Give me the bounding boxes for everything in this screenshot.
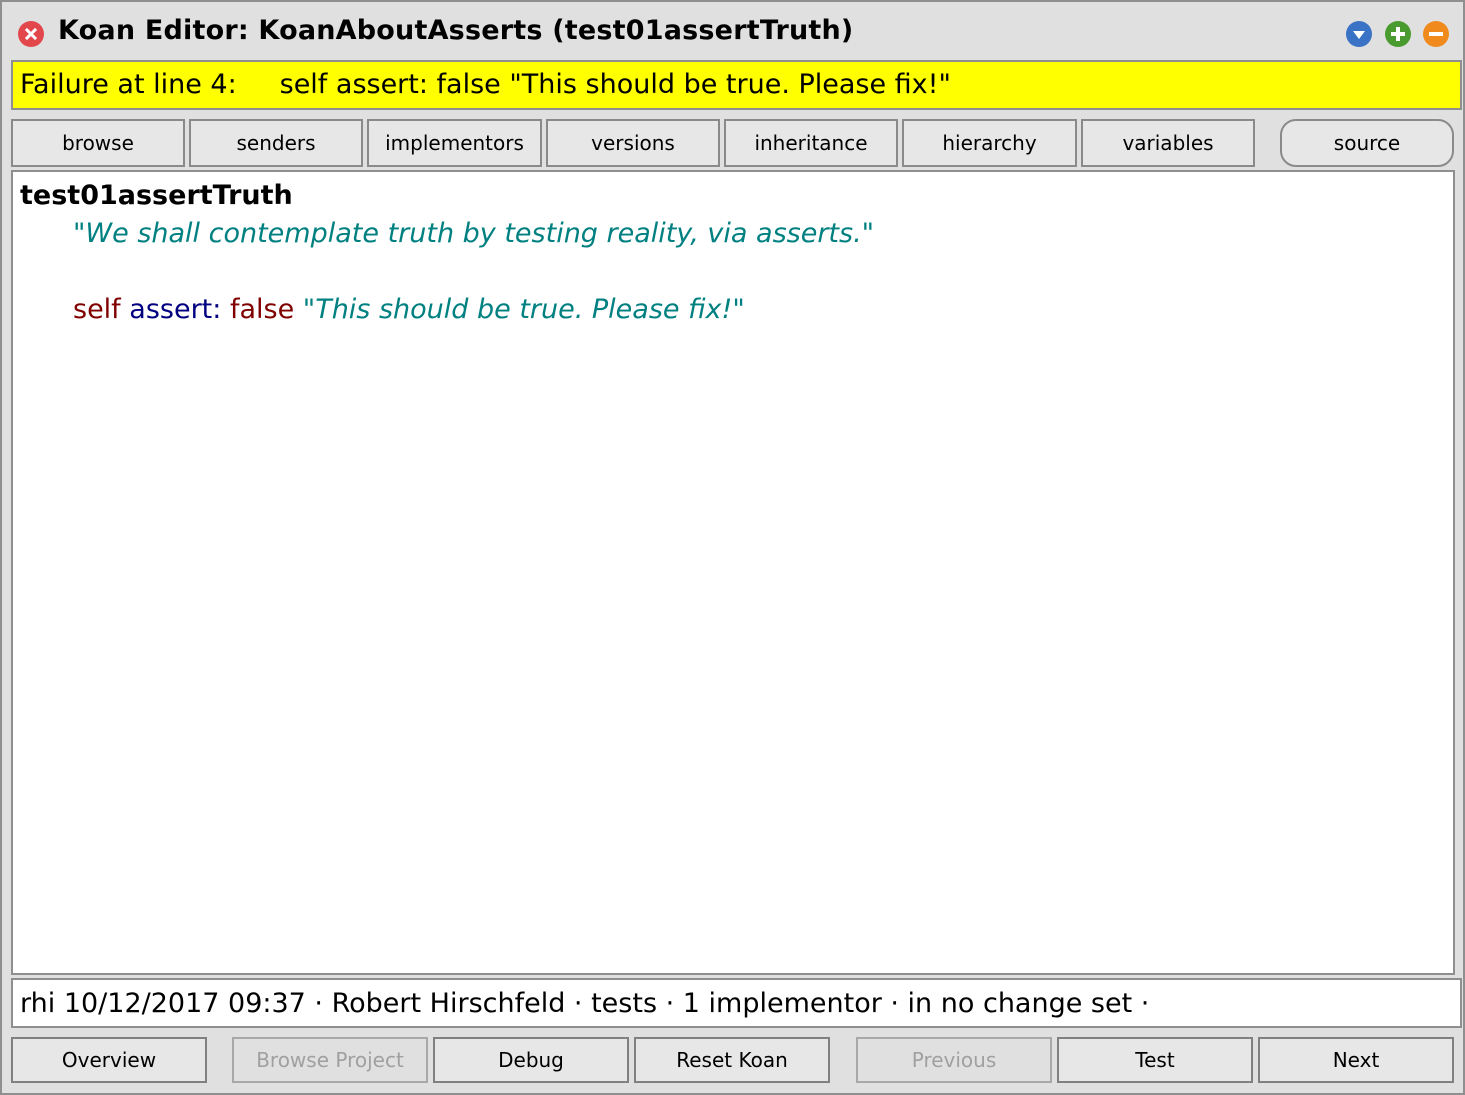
string-open-quote: ": [302, 294, 316, 325]
code-editor[interactable]: test01assertTruth "We shall contemplate …: [11, 170, 1455, 975]
close-icon: [24, 27, 38, 41]
next-button[interactable]: Next: [1258, 1037, 1454, 1083]
token-receiver: self: [73, 294, 121, 325]
assert-statement: self assert: false "This should be true.…: [73, 294, 745, 325]
browse-project-button[interactable]: Browse Project: [232, 1037, 428, 1083]
comment-close-quote: ": [861, 218, 875, 249]
browser-toolbar: browse senders implementors versions inh…: [11, 119, 1455, 167]
plus-icon: [1391, 27, 1405, 41]
inheritance-button[interactable]: inheritance: [724, 119, 898, 167]
previous-button[interactable]: Previous: [856, 1037, 1052, 1083]
chevron-down-icon: [1353, 31, 1365, 39]
collapse-button[interactable]: [1423, 21, 1449, 47]
token-literal: false: [229, 294, 295, 325]
hierarchy-button[interactable]: hierarchy: [902, 119, 1077, 167]
source-button[interactable]: source: [1280, 119, 1454, 167]
token-string: "This should be true. Please fix!": [303, 294, 745, 325]
string-close-quote: ": [732, 294, 745, 325]
window-title: Koan Editor: KoanAboutAsserts (test01ass…: [58, 15, 854, 46]
browse-button[interactable]: browse: [11, 119, 185, 167]
debug-button[interactable]: Debug: [433, 1037, 629, 1083]
close-button[interactable]: [18, 21, 44, 47]
koan-editor-window: Koan Editor: KoanAboutAsserts (test01ass…: [0, 0, 1465, 1095]
minus-icon: [1429, 32, 1443, 36]
variables-button[interactable]: variables: [1081, 119, 1255, 167]
method-comment: "We shall contemplate truth by testing r…: [73, 218, 874, 249]
string-text: This should be true. Please fix!: [315, 294, 733, 325]
senders-button[interactable]: senders: [189, 119, 363, 167]
token-keyword: assert:: [129, 294, 222, 325]
failure-message: Failure at line 4: self assert: false "T…: [11, 60, 1462, 110]
comment-open-quote: ": [73, 218, 86, 249]
method-info-line: rhi 10/12/2017 09:37 · Robert Hirschfeld…: [11, 978, 1462, 1028]
koan-navigation-bar: Overview Browse Project Debug Reset Koan…: [11, 1037, 1455, 1085]
implementors-button[interactable]: implementors: [367, 119, 542, 167]
versions-button[interactable]: versions: [546, 119, 720, 167]
comment-text: We shall contemplate truth by testing re…: [85, 218, 862, 249]
overview-button[interactable]: Overview: [11, 1037, 207, 1083]
window-menu-button[interactable]: [1346, 21, 1372, 47]
reset-koan-button[interactable]: Reset Koan: [634, 1037, 830, 1083]
test-button[interactable]: Test: [1057, 1037, 1253, 1083]
expand-button[interactable]: [1385, 21, 1411, 47]
title-bar[interactable]: Koan Editor: KoanAboutAsserts (test01ass…: [2, 2, 1463, 60]
method-name: test01assertTruth: [20, 180, 293, 211]
